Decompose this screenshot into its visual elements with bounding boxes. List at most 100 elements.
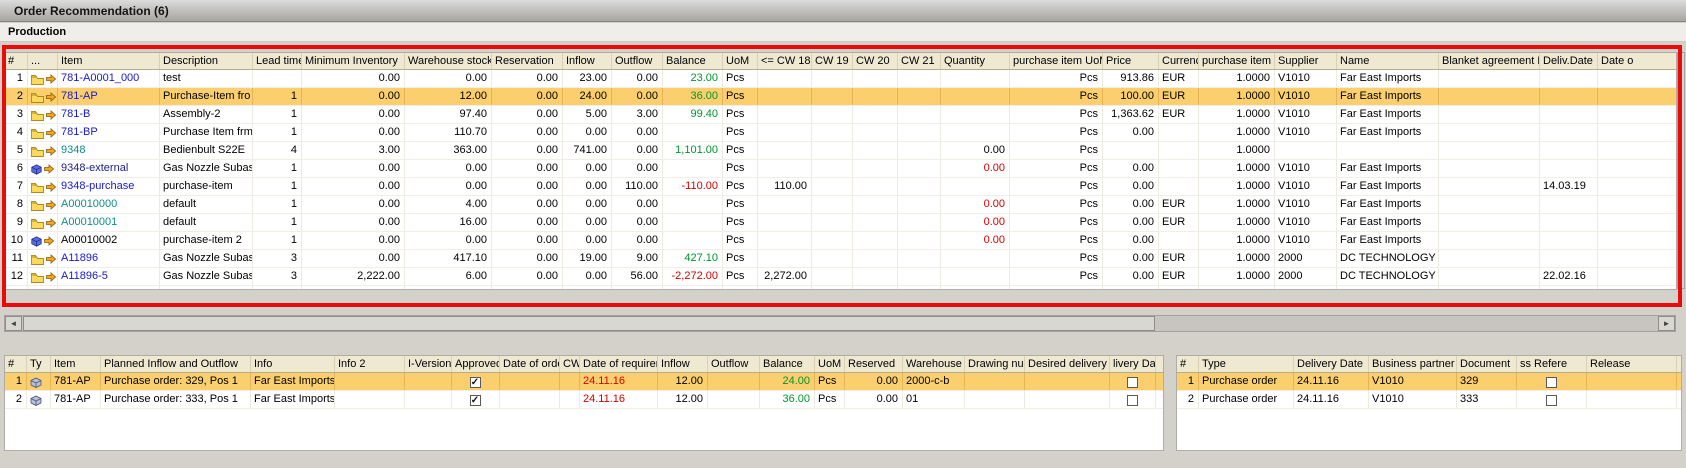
checkbox[interactable] [1546,377,1557,388]
cell-uom_pu[interactable]: Pcs [1010,124,1103,141]
column-header-wh[interactable]: Warehouse stock [405,53,492,69]
table-row[interactable]: 1781-APPurchase order: 329, Pos 1Far Eas… [5,373,1163,391]
cell-outflow[interactable]: 0.00 [612,286,663,290]
cell-desc[interactable]: Gas Nozzle Subass [160,286,253,290]
cell-uom[interactable]: Pcs [723,286,758,290]
cell-wh[interactable]: 4.00 [405,196,492,213]
link-arrow-icon[interactable] [44,236,54,246]
cell-wh[interactable]: 0.00 [405,286,492,290]
cell-cw21[interactable] [898,214,941,231]
cell-lead[interactable]: 1 [253,88,302,105]
cell-balance[interactable] [663,160,723,177]
cell-balance[interactable] [663,196,723,213]
cell-drawing[interactable] [965,373,1025,390]
cell-inflow[interactable]: 0.00 [563,160,612,177]
column-header-balance[interactable]: Balance [760,356,815,372]
cell-uom[interactable]: Pcs [723,106,758,123]
cell-lead[interactable]: 1 [253,232,302,249]
cell-price[interactable]: 0.00 [1103,286,1159,290]
column-header-desc[interactable]: Description [160,53,253,69]
cell-desc[interactable]: default [160,196,253,213]
cell-qty[interactable]: 0.00 [941,160,1010,177]
cell-currency[interactable]: EUR [1159,214,1199,231]
cell-res[interactable]: 0.00 [492,286,563,290]
cell-supplier[interactable]: V1010 [1275,196,1337,213]
cell-item[interactable]: 781-AP [51,373,101,390]
cell-lead[interactable]: 1 [253,196,302,213]
cell-cw20[interactable] [853,268,898,285]
cell-unit[interactable]: 1.0000 [1199,124,1275,141]
cell-desc[interactable]: Gas Nozzle Subass [160,250,253,267]
cell-iversion[interactable] [405,391,452,408]
cell-name[interactable] [1337,142,1439,159]
cell-desc[interactable]: Gas Nozzle Subass [160,160,253,177]
cell-deliv[interactable] [1540,214,1598,231]
cell-cw20[interactable] [853,250,898,267]
cell-unit[interactable]: 1.0000 [1199,70,1275,87]
cell-cw20[interactable] [853,232,898,249]
cell-min_inv[interactable]: 0.00 [302,160,405,177]
cell-planned[interactable]: Purchase order: 333, Pos 1 [101,391,251,408]
cell-min_inv[interactable]: 0.00 [302,178,405,195]
cell-cw21[interactable] [898,88,941,105]
column-header-item[interactable]: Item [58,53,160,69]
cell-item[interactable]: A11896 [58,250,160,267]
column-header-inflow[interactable]: Inflow [658,356,708,372]
cell-min_inv[interactable]: 0.00 [302,106,405,123]
cell-desc[interactable]: Purchase Item frm [160,124,253,141]
link-arrow-icon[interactable] [46,200,56,210]
cell-cw19[interactable] [812,268,853,285]
cell-unit[interactable]: 1.0000 [1199,196,1275,213]
table-row[interactable]: 2781-APPurchase order: 333, Pos 1Far Eas… [5,391,1163,409]
cell-icons[interactable] [28,178,58,195]
cell-cw19[interactable] [812,160,853,177]
cell-blanket[interactable] [1439,250,1540,267]
cell-outflow[interactable]: 3.00 [612,106,663,123]
cell-desired[interactable] [1025,373,1110,390]
cell-qty[interactable] [941,178,1010,195]
scroll-left-button[interactable]: ◄ [5,316,22,331]
cell-icons[interactable] [28,286,58,290]
cell-outflow[interactable]: 0.00 [612,124,663,141]
cell-delivc[interactable] [1110,391,1156,408]
cell-desired[interactable] [1025,391,1110,408]
cell-balance[interactable]: 23.00 [663,286,723,290]
cell-res[interactable]: 0.00 [492,250,563,267]
table-row[interactable]: 13A11896-Storage-RelaGas Nozzle Subass30… [5,286,1676,290]
link-arrow-icon[interactable] [46,146,56,156]
cell-wh[interactable]: 97.40 [405,106,492,123]
cell-icons[interactable] [28,214,58,231]
column-header-type[interactable]: Type [1199,356,1294,372]
cell-cw20[interactable] [853,88,898,105]
cell-qty[interactable] [941,124,1010,141]
cell-uom[interactable]: Pcs [723,196,758,213]
cell-num[interactable]: 9 [5,214,28,231]
cell-currency[interactable] [1159,232,1199,249]
cell-outflow[interactable]: 56.00 [612,268,663,285]
cell-cw21[interactable] [898,160,941,177]
column-header-partner[interactable]: Business partner [1369,356,1457,372]
column-header-outflow[interactable]: Outflow [708,356,760,372]
cell-type_icon[interactable] [27,391,51,408]
column-header-item[interactable]: Item [51,356,101,372]
cell-outflow[interactable] [708,391,760,408]
cell-lead[interactable]: 1 [253,106,302,123]
table-row[interactable]: 3781-BAssembly-210.0097.400.005.003.0099… [5,106,1676,124]
cell-num[interactable]: 6 [5,160,28,177]
cell-wh[interactable]: 110.70 [405,124,492,141]
cell-icons[interactable] [28,250,58,267]
cell-name[interactable]: Far East Imports [1337,160,1439,177]
cell-uom[interactable]: Pcs [723,160,758,177]
cell-uom_pu[interactable]: Pcs [1010,196,1103,213]
cell-res[interactable]: 0.00 [492,268,563,285]
cell-qty[interactable]: 0.00 [941,196,1010,213]
cell-date_o[interactable] [1598,178,1677,195]
cell-price[interactable]: 0.00 [1103,160,1159,177]
cell-uom_pu[interactable]: Pcs [1010,286,1103,290]
cell-supplier[interactable]: V1010 [1275,70,1337,87]
cell-lead[interactable]: 1 [253,124,302,141]
cell-icons[interactable] [28,232,58,249]
cell-desc[interactable]: Gas Nozzle Subass [160,268,253,285]
cell-inflow[interactable]: 741.00 [563,142,612,159]
cell-inflow[interactable]: 5.00 [563,106,612,123]
